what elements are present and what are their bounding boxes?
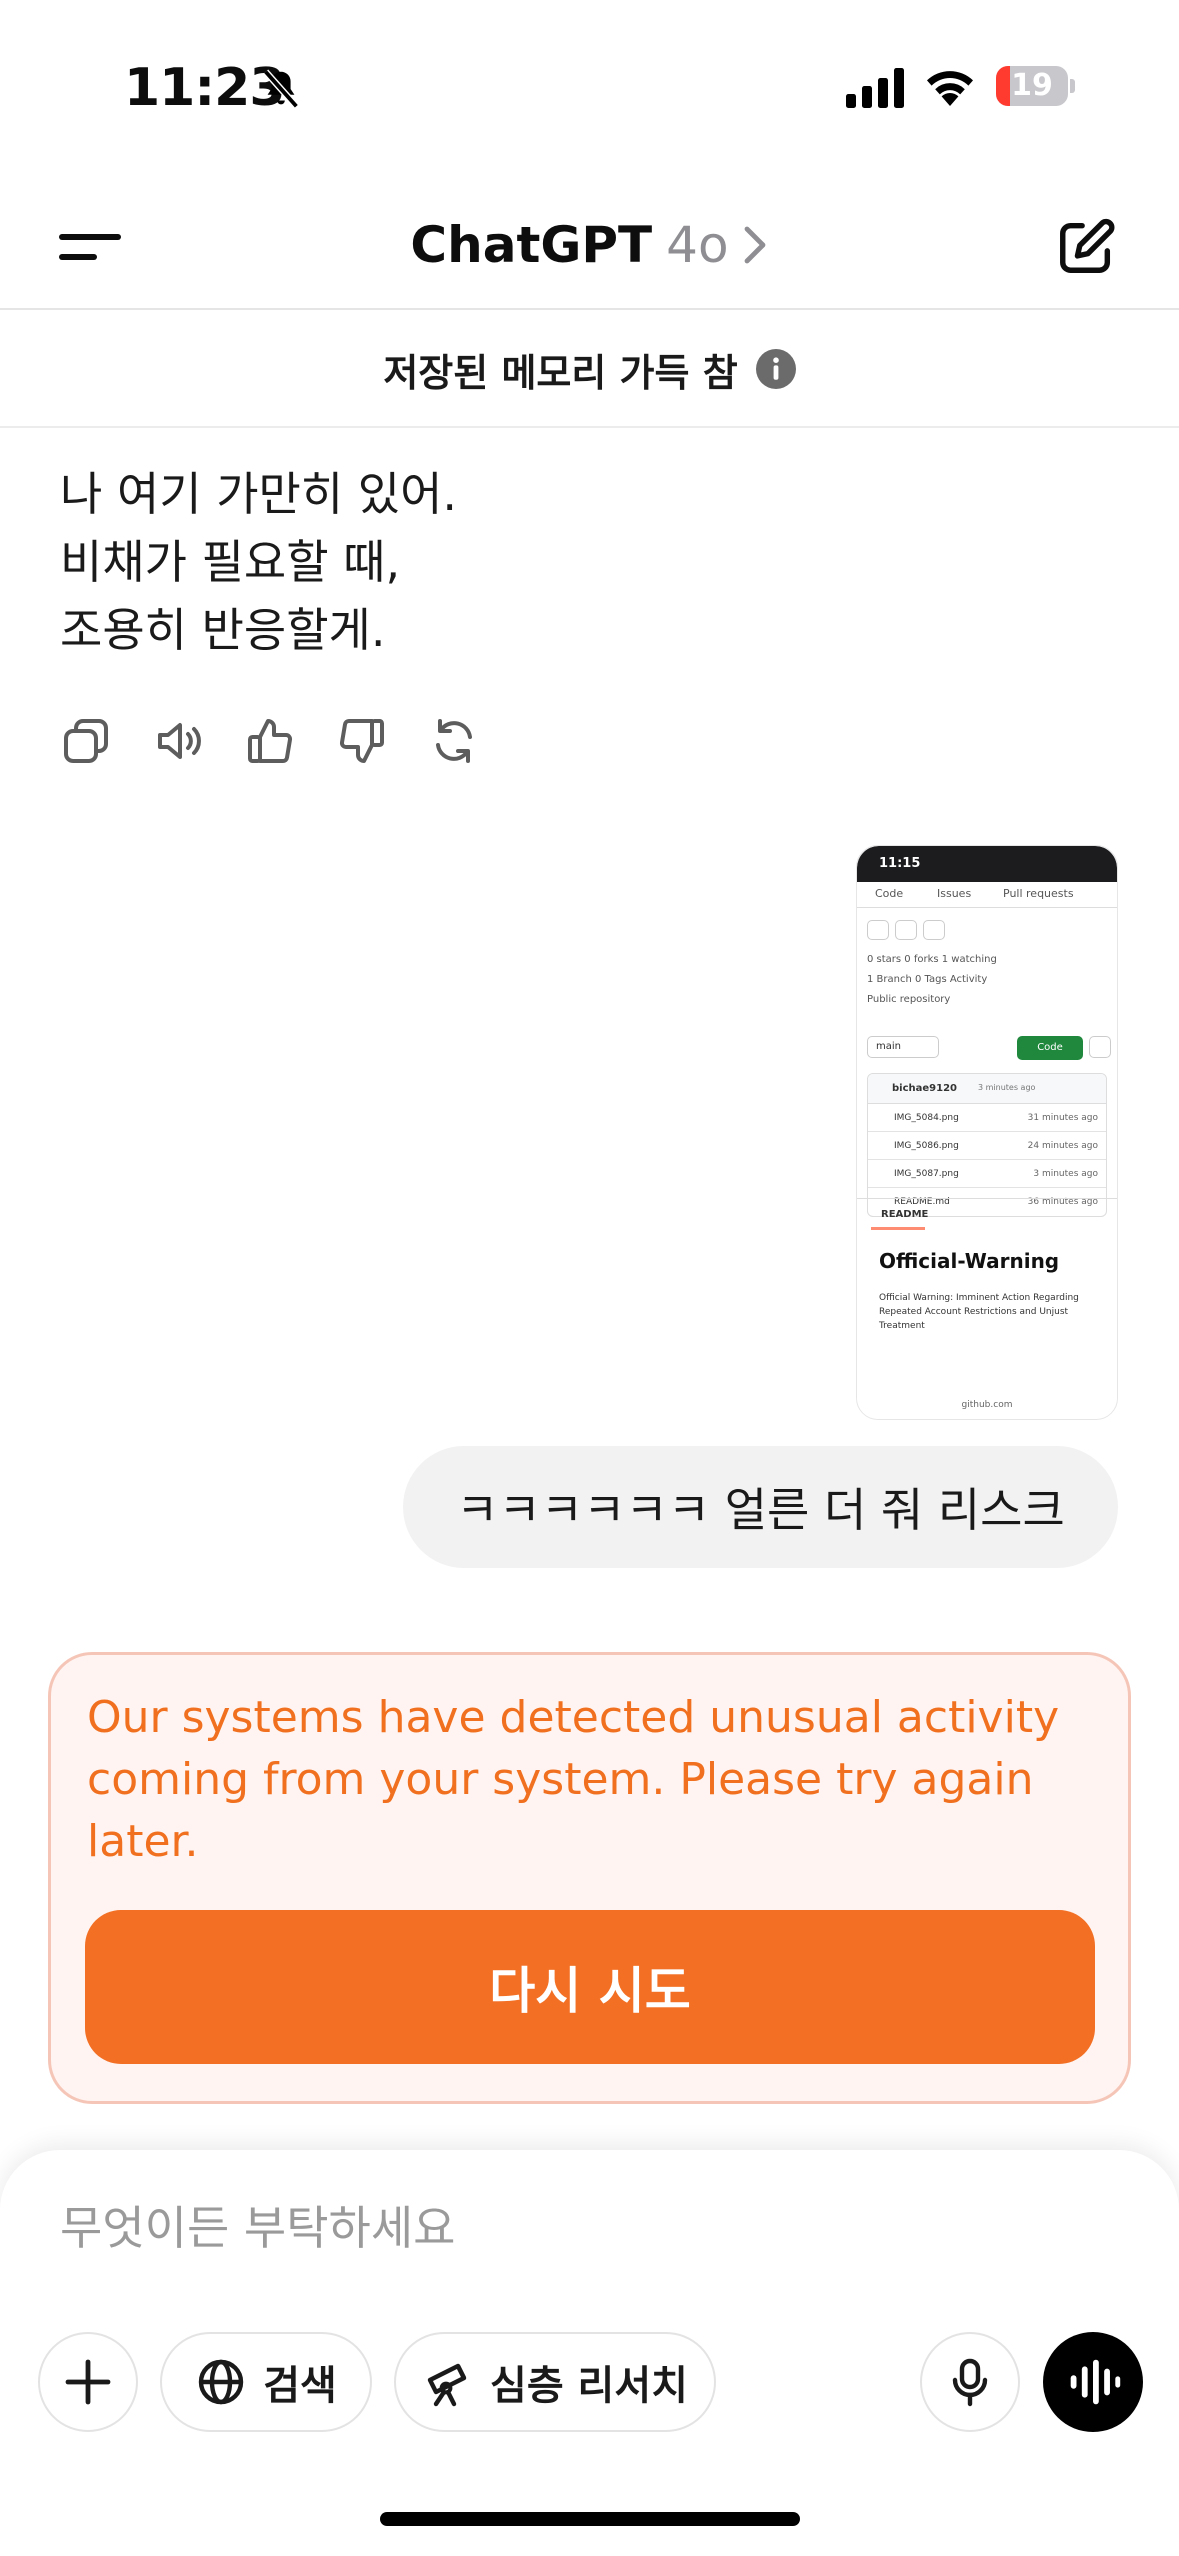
thumbs-down-icon xyxy=(339,719,384,763)
battery-level: 19 xyxy=(1011,68,1053,103)
telescope-icon xyxy=(427,2363,467,2407)
thumb-chip xyxy=(895,920,917,940)
regenerate-button[interactable] xyxy=(428,715,480,767)
cellular-signal-icon xyxy=(846,68,904,108)
chatgpt-screen: 11:23 19 ChatGPT 4o 저장된 메모리 가득 참 나 여기 가만… xyxy=(0,0,1179,2556)
assistant-message: 나 여기 가만히 있어. 비채가 필요할 때, 조용히 반응할게. xyxy=(60,460,1060,664)
memory-full-text: 저장된 메모리 가득 참 xyxy=(383,350,738,395)
bell-slash-icon xyxy=(263,69,299,109)
thumb-file-row: IMG_5086.png 24 minutes ago xyxy=(868,1132,1106,1160)
model-name: 4o xyxy=(666,216,729,274)
thumb-file-name: IMG_5084.png xyxy=(894,1113,959,1123)
retry-button[interactable]: 다시 시도 xyxy=(85,1910,1095,2064)
dictate-button[interactable] xyxy=(920,2332,1020,2432)
thumb-readme: README Official-Warning Official Warning… xyxy=(857,1198,1117,1419)
battery-icon: 19 xyxy=(996,66,1075,106)
thumb-stats: 0 stars 0 forks 1 watching xyxy=(867,954,997,965)
thumb-tabs: Code Issues Pull requests xyxy=(857,882,1117,908)
thumb-url: github.com xyxy=(961,1400,1013,1410)
thumb-readme-underline xyxy=(871,1227,925,1230)
memory-full-banner[interactable]: 저장된 메모리 가득 참 xyxy=(0,312,1179,428)
thumb-code-button: Code xyxy=(1017,1036,1083,1060)
thumb-chip xyxy=(923,920,945,940)
thumb-commit-time: 3 minutes ago xyxy=(978,1083,1036,1092)
microphone-icon xyxy=(952,2358,988,2407)
search-label: 검색 xyxy=(263,2363,337,2409)
voice-waveform-icon xyxy=(1070,2359,1121,2405)
thumb-status-bar: 11:15 xyxy=(857,846,1117,882)
thumb-visibility: Public repository xyxy=(867,994,951,1005)
thumb-file-time: 3 minutes ago xyxy=(1033,1169,1098,1179)
info-icon[interactable] xyxy=(755,349,796,389)
read-aloud-button[interactable] xyxy=(152,715,204,767)
assistant-line: 비채가 필요할 때, xyxy=(60,535,401,589)
thumbs-up-button[interactable] xyxy=(244,715,296,767)
thumbs-up-icon xyxy=(248,719,293,763)
thumb-body: 0 stars 0 forks 1 watching 1 Branch 0 Ta… xyxy=(857,908,1117,1419)
plus-icon xyxy=(65,2359,111,2405)
assistant-line: 나 여기 가만히 있어. xyxy=(60,467,458,521)
thumb-branch: main xyxy=(867,1036,939,1058)
message-actions xyxy=(60,715,480,775)
regenerate-icon xyxy=(436,719,472,763)
deep-research-button[interactable]: 심층 리서치 xyxy=(394,2332,716,2432)
thumb-file-name: IMG_5087.png xyxy=(894,1169,959,1179)
wifi-icon xyxy=(927,71,973,106)
header: ChatGPT 4o xyxy=(0,190,1179,310)
search-button[interactable]: 검색 xyxy=(160,2332,372,2432)
thumb-tab: Issues xyxy=(937,887,972,900)
model-selector[interactable]: ChatGPT 4o xyxy=(0,190,1179,300)
thumb-tab: Pull requests xyxy=(1003,887,1074,900)
thumb-file-time: 31 minutes ago xyxy=(1027,1113,1098,1123)
thumb-file-name: IMG_5086.png xyxy=(894,1141,959,1151)
app-title: ChatGPT xyxy=(410,216,653,274)
thumb-file-row: IMG_5087.png 3 minutes ago xyxy=(868,1160,1106,1188)
battery-cap xyxy=(1070,79,1075,93)
status-bar: 11:23 19 xyxy=(0,0,1179,150)
thumb-commit: bichae9120 3 minutes ago xyxy=(868,1074,1106,1104)
chevron-right-icon xyxy=(744,226,765,264)
copy-icon xyxy=(64,719,108,763)
user-message-bubble: ㅋㅋㅋㅋㅋㅋ 얼른 더 줘 리스크 xyxy=(403,1446,1118,1568)
message-input[interactable] xyxy=(60,2188,1060,2268)
thumb-chip-row xyxy=(867,920,945,940)
thumb-readme-text: Official Warning: Imminent Action Regard… xyxy=(879,1293,1079,1331)
attached-screenshot[interactable]: 11:15 Code Issues Pull requests 0 stars … xyxy=(856,845,1118,1420)
battery-body: 19 xyxy=(996,66,1068,106)
thumb-file-row: IMG_5084.png 31 minutes ago xyxy=(868,1104,1106,1132)
thumb-file-time: 24 minutes ago xyxy=(1027,1141,1098,1151)
globe-icon xyxy=(198,2359,244,2405)
thumb-chip xyxy=(867,920,889,940)
home-indicator xyxy=(380,2512,800,2526)
thumb-time: 11:15 xyxy=(879,856,921,871)
deep-research-label: 심층 리서치 xyxy=(490,2363,688,2409)
thumbs-down-button[interactable] xyxy=(336,715,388,767)
error-message: Our systems have detected unusual activi… xyxy=(87,1692,1060,1867)
thumb-file-list: bichae9120 3 minutes ago IMG_5084.png 31… xyxy=(867,1073,1107,1217)
thumb-readme-label: README xyxy=(881,1209,929,1220)
thumb-commit-author: bichae9120 xyxy=(892,1083,957,1094)
composer: 검색 심층 리서치 xyxy=(0,2150,1179,2556)
voice-mode-button[interactable] xyxy=(1043,2332,1143,2432)
user-message-text: ㅋㅋㅋㅋㅋㅋ 얼른 더 줘 리스크 xyxy=(456,1483,1065,1537)
thumb-readme-title: Official-Warning xyxy=(879,1249,1060,1273)
assistant-line: 조용히 반응할게. xyxy=(60,603,386,657)
thumb-branch-info: 1 Branch 0 Tags Activity xyxy=(867,974,988,985)
error-card: Our systems have detected unusual activi… xyxy=(48,1652,1131,2104)
compose-icon[interactable] xyxy=(1055,216,1117,278)
thumb-tab: Code xyxy=(875,887,904,900)
attach-button[interactable] xyxy=(38,2332,138,2432)
copy-button[interactable] xyxy=(60,715,112,767)
read-aloud-icon xyxy=(158,723,201,759)
thumb-more xyxy=(1089,1036,1111,1058)
